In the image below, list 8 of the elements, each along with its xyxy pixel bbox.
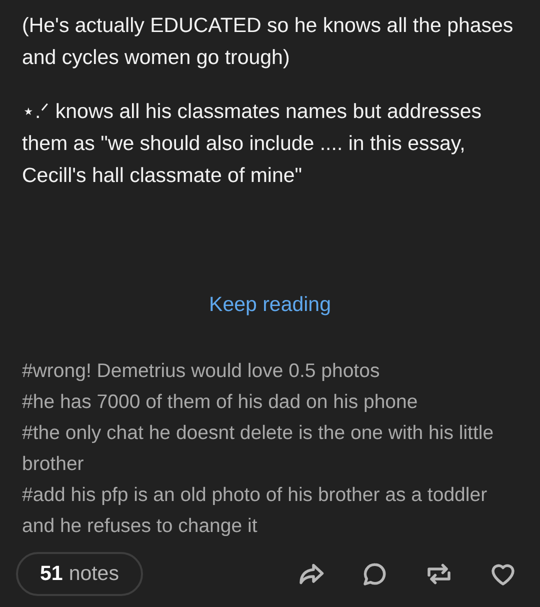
tag-link[interactable]: #add his pfp is an old photo of his brother as a toddler and he refuses to change it [22,480,518,542]
tag-link[interactable]: #wrong! Demetrius would love 0.5 photos [22,356,518,387]
keep-reading-link[interactable]: Keep reading [209,290,331,320]
paragraph: (He's actually EDUCATED so he knows all the phases and cycles women go trough) [22,13,514,71]
tag-link[interactable]: #the only chat he doesnt delete is the one with his little brother [22,418,518,480]
tag-link[interactable]: #he has 7000 of them of his dad on his phone [22,387,518,418]
paragraph: ⋆.ᐟ knows all his classmates names but addresses them as "we should also include .... in this essay, Cecill's hall classmate of mine" [22,99,483,189]
notes-button[interactable]: 51 notes [16,552,143,596]
